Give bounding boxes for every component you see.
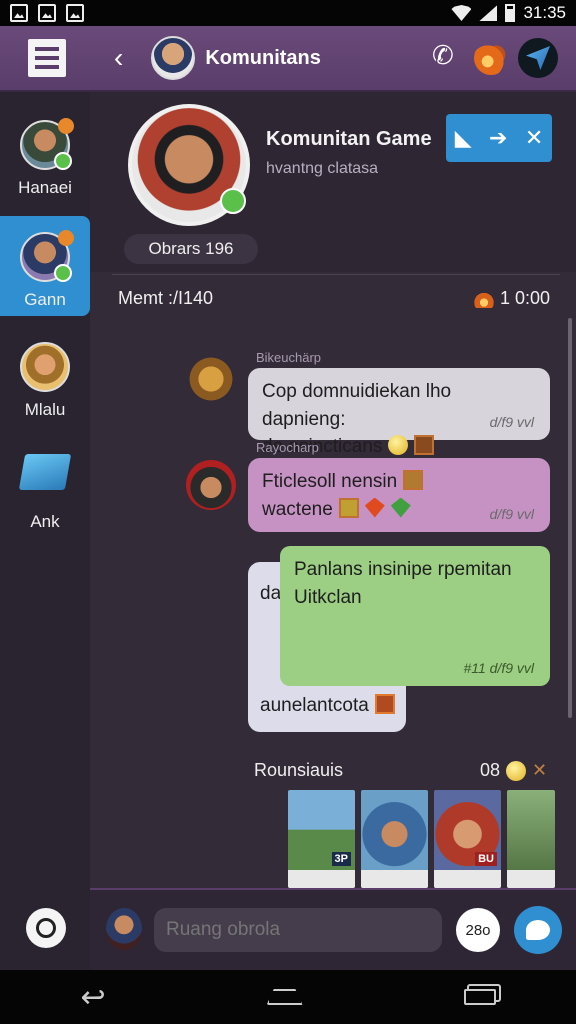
sidebar-item-label: Ank <box>30 512 60 531</box>
message-time: #11 d/f9 vvl <box>463 659 534 676</box>
power-button[interactable] <box>26 908 66 948</box>
gallery-thumbnail[interactable] <box>507 790 555 888</box>
chat-main: Obrars 196 Komunitan Game hvantng clatas… <box>90 92 576 888</box>
message-prefix: da <box>260 583 282 604</box>
chest-icon <box>374 694 395 714</box>
message-bubble-quote[interactable]: Panlans insinipe rpemitan Uitkclan #11 d… <box>280 546 550 686</box>
chest-icon <box>414 435 435 456</box>
system-nav-bar: ↩ <box>0 970 576 1024</box>
battery-icon <box>505 4 516 22</box>
online-badge <box>54 264 72 282</box>
avatar <box>20 118 74 170</box>
gallery-count-wrap: 08 ✕ <box>480 760 547 781</box>
nav-back-icon[interactable]: ↩ <box>80 980 105 1015</box>
coin-icon <box>388 435 409 456</box>
sidebar-item-label: Mlalu <box>24 400 66 419</box>
group-profile-card: Obrars 196 Komunitan Game hvantng clatas… <box>90 92 576 272</box>
sidebar-item-gann[interactable]: Gann <box>0 216 90 316</box>
thumbnail-tag: BU <box>475 852 497 866</box>
gallery-thumbnail[interactable] <box>361 790 428 888</box>
sidebar: Hanaei Gann Mlalu Ank <box>0 92 90 970</box>
gallery-thumbnail[interactable]: BU <box>434 790 501 888</box>
meta-left: Memt :/I140 <box>118 288 214 308</box>
image-notification-icon <box>38 4 56 22</box>
notification-badge <box>58 230 74 246</box>
message-sender: Rayocharp <box>256 440 319 455</box>
sender-avatar[interactable] <box>186 460 236 510</box>
chest-icon <box>338 497 359 518</box>
online-badge <box>220 188 246 214</box>
members-count[interactable]: Obrars 196 <box>124 234 258 264</box>
app-notification-icon <box>66 4 84 22</box>
item-icon <box>403 470 424 490</box>
meta-right: 1 0:00 <box>499 288 550 308</box>
gem-red-icon <box>364 497 385 518</box>
sidebar-item-label: Hanaei <box>18 178 72 197</box>
message-input[interactable] <box>154 908 442 952</box>
message-composer: 28o <box>90 888 576 970</box>
gallery-thumbnails: 3P BU <box>288 790 555 888</box>
divider <box>112 274 560 275</box>
scrollbar[interactable] <box>568 318 572 718</box>
message-time: d/f9 vvl <box>489 505 534 522</box>
group-avatar[interactable] <box>128 104 250 226</box>
message-text: Uitkclan <box>294 586 362 608</box>
message-text: wactene <box>262 498 333 520</box>
thumbnail-tag: 3P <box>331 852 351 866</box>
group-title: Komunitan Game <box>266 128 432 150</box>
chat-bubble-send-icon[interactable] <box>514 906 562 954</box>
fire-icon <box>473 289 494 308</box>
forward-arrow-icon[interactable]: ➔ <box>489 125 507 151</box>
action-toolbar: ◣ ➔ ✕ <box>446 114 552 162</box>
message-sender: Bikeuchärp <box>256 350 322 365</box>
signal-icon <box>479 5 498 21</box>
sidebar-item-ank[interactable]: Ank <box>0 438 90 538</box>
close-icon[interactable]: ✕ <box>525 125 543 151</box>
gallery-label: Rounsiauis <box>254 760 344 780</box>
sidebar-item-label: Gann <box>24 290 66 309</box>
gallery-notification-icon <box>10 4 28 22</box>
nav-home-icon[interactable] <box>266 989 303 1005</box>
gem-green-icon <box>390 497 411 518</box>
status-bar: 31:35 <box>0 0 576 26</box>
emoji-counter-button[interactable]: 28o <box>456 908 500 952</box>
header-title: Komunitans <box>205 46 321 69</box>
message-text: Fticlesoll nensin <box>262 471 398 492</box>
status-time: 31:35 <box>523 3 566 22</box>
pin-icon[interactable]: ◣ <box>455 125 472 151</box>
phone-icon[interactable] <box>432 40 460 72</box>
gallery-count: 08 <box>480 760 501 780</box>
gallery-thumbnail[interactable]: 3P <box>288 790 355 888</box>
rocket-icon[interactable] <box>518 38 558 78</box>
message-bubble[interactable]: Cop domnuidiekan lho dapnieng: de asinct… <box>248 368 550 457</box>
nav-recents-icon[interactable] <box>463 989 496 1005</box>
back-chevron-icon[interactable]: ‹ <box>114 44 123 72</box>
message-time: d/f9 vvl <box>489 413 534 430</box>
coin-icon <box>506 760 527 781</box>
message-footer: aunelantcota <box>260 695 369 716</box>
message-bubble[interactable]: Fticlesoll nensin wactene d/f9 vvl <box>248 458 550 532</box>
message-text: Panlans insinipe rpemitan <box>294 559 512 580</box>
sidebar-item-hanaei[interactable]: Hanaei <box>0 104 90 204</box>
sender-avatar[interactable] <box>186 354 236 404</box>
avatar <box>20 230 74 282</box>
notification-badge <box>58 118 74 134</box>
group-subtitle: hvantng clatasa <box>266 160 379 177</box>
stack-icon <box>18 454 72 490</box>
crossed-swords-icon: ✕ <box>532 760 548 780</box>
online-badge <box>54 152 72 170</box>
header-avatar[interactable] <box>151 36 196 80</box>
wifi-icon <box>451 5 472 21</box>
app-header: ‹ Komunitans <box>0 26 576 92</box>
sidebar-item-mlalu[interactable]: Mlalu <box>0 326 90 426</box>
menu-button[interactable] <box>28 39 66 77</box>
fire-icon[interactable] <box>474 41 508 75</box>
user-avatar[interactable] <box>106 908 142 950</box>
chat-meta-row: Memt :/I140 1 0:00 <box>118 288 550 309</box>
avatar <box>20 342 70 392</box>
